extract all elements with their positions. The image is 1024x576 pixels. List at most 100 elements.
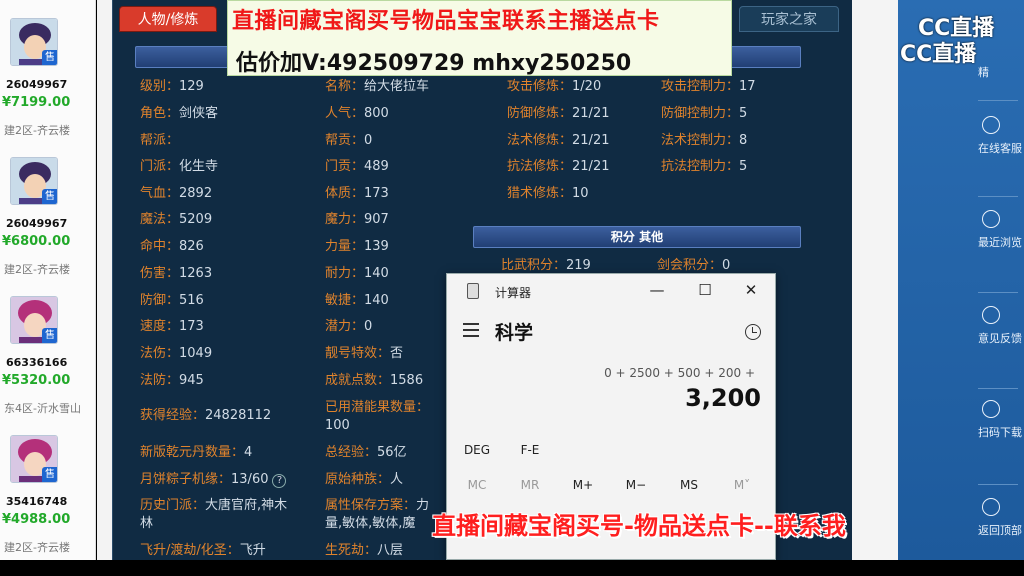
online-service-button[interactable]: 在线客服 [978,116,1024,156]
help-icon[interactable]: ? [272,474,287,488]
field-yuebing: 月饼粽子机缘：13/60? [140,472,287,488]
listing-id: 26049967 [6,217,68,230]
field-fangyu-kongzhi: 防御控制力：5 [661,106,748,121]
field-gang: 帮派： [140,133,180,148]
minimize-button[interactable]: — [645,280,669,300]
field-kangfa-xiulian: 抗法修炼：21/21 [507,159,610,174]
listing-id: 35416748 [6,495,68,508]
field-exp: 获得经验：24828112 [140,408,272,423]
clock-icon [982,210,1000,228]
arrow-up-icon [982,498,1000,516]
fe-button[interactable]: F-E [508,443,552,457]
field-shanghai: 伤害：1263 [140,266,213,281]
close-button[interactable]: ✕ [739,280,763,300]
banner-headline: 直播间藏宝阁买号物品宝宝联系主播送点卡 [232,9,660,34]
character-avatar[interactable]: 售 [10,435,58,483]
section-header-score: 积分 其他 [473,226,801,248]
feedback-button[interactable]: 意见反馈 [978,306,1024,346]
calculator-icon [467,283,479,299]
character-avatar[interactable]: 售 [10,157,58,205]
recent-browse-button[interactable]: 最近浏览 [978,210,1024,250]
character-avatar[interactable]: 售 [10,296,58,344]
field-shuxing: 属性保存方案：力 [325,498,430,513]
field-kangfa-kongzhi: 抗法控制力：5 [661,159,748,174]
listing-price: ¥6800.00 [2,234,71,249]
tab-character-training[interactable]: 人物/修炼 [119,6,217,32]
back-to-top-button[interactable]: 返回顶部 [978,498,1024,538]
field-shuxing-cont: 量,敏体,敏体,魔 [325,516,416,531]
calculator-title: 计算器 [495,286,532,300]
listing-server: 建2区-齐云楼 [4,124,70,137]
memory-dropdown-button[interactable]: M˅ [720,478,764,492]
field-tizhi: 体质：173 [325,186,389,201]
sale-badge: 售 [42,189,57,204]
field-gongji-kongzhi: 攻击控制力：17 [661,79,756,94]
listing-item[interactable]: 售 35416748 ¥4988.00 建2区-齐云楼 [0,417,95,556]
listing-item[interactable]: 售 66336166 ¥5320.00 东4区-沂水雪山 [0,278,95,417]
m-plus-button[interactable]: M+ [561,478,605,492]
rp-divider [978,484,1018,485]
rp-divider [978,100,1018,101]
bottom-black-bar [0,560,1024,576]
listing-sidebar: 售 26049967 ¥7199.00 建2区-齐云楼 售 26049967 ¥… [0,0,96,560]
field-qianli: 潜力：0 [325,319,373,334]
field-role: 角色：剑侠客 [140,106,219,121]
history-icon[interactable] [745,324,761,340]
mr-button[interactable]: MR [508,478,552,492]
cc-live-logo: CC直播 CC直播 [900,16,995,67]
calculator-mode: 科学 [495,322,534,344]
mc-button[interactable]: MC [455,478,499,492]
banner-contact: 估价加V:492509729 mhxy250250 [236,51,632,76]
field-qixue: 气血：2892 [140,186,213,201]
sale-badge: 售 [42,467,57,482]
listing-item[interactable]: 售 26049967 ¥7199.00 建2区-齐云楼 [0,0,95,139]
field-qiannengguo: 已用潜能果数量： [325,400,430,415]
listing-server: 建2区-齐云楼 [4,263,70,276]
field-qiannengguo-value: 100 [325,418,350,433]
field-fashu-kongzhi: 法术控制力：8 [661,133,748,148]
listing-item[interactable]: 售 26049967 ¥6800.00 建2区-齐云楼 [0,139,95,278]
tab-player-home[interactable]: 玩家之家 [739,6,839,32]
field-school: 门派：化生寺 [140,159,219,174]
field-name: 名称：给大佬拉车 [325,79,430,94]
scroll-gutter [97,0,112,560]
m-minus-button[interactable]: M− [614,478,658,492]
field-sudu: 速度：173 [140,319,204,334]
field-level: 级别：129 [140,79,204,94]
scan-download-button[interactable]: 扫码下载 [978,400,1024,440]
field-zongjingyan: 总经验：56亿 [325,445,407,460]
right-tool-panel: 精 在线客服 最近浏览 意见反馈 扫码下载 返回顶部 [898,0,1024,560]
field-fangyu-xiulian: 防御修炼：21/21 [507,106,610,121]
edit-icon [982,306,1000,324]
field-biwu: 比武积分：219 [501,258,591,273]
field-history-school: 历史门派：大唐官府,神木 [140,498,288,513]
field-fashu-xiulian: 法术修炼：21/21 [507,133,610,148]
field-gongji-xiulian: 攻击修炼：1/20 [507,79,602,94]
listing-price: ¥4988.00 [2,512,71,527]
listing-server: 东4区-沂水雪山 [4,402,81,415]
listing-server: 建2区-齐云楼 [4,541,70,554]
field-jianhui: 剑会积分：0 [657,258,731,273]
calculator-result: 3,200 [685,384,761,412]
field-shengsijie: 生死劫：八层 [325,543,404,558]
rp-divider [978,292,1018,293]
field-liangtexiao: 靓号特效：否 [325,346,404,361]
field-mofa: 魔法：5209 [140,212,213,227]
field-banggong: 帮贡：0 [325,133,373,148]
headset-icon [982,116,1000,134]
sale-badge: 售 [42,328,57,343]
field-minjie: 敏捷：140 [325,293,389,308]
character-avatar[interactable]: 售 [10,18,58,66]
field-naili: 耐力：140 [325,266,389,281]
ms-button[interactable]: MS [667,478,711,492]
listing-id: 66336166 [6,356,68,369]
field-history-school-cont: 林 [140,516,154,531]
qr-scan-icon [982,400,1000,418]
maximize-button[interactable]: ☐ [693,280,717,300]
field-qianyuan: 新版乾元丹数量：4 [140,445,253,460]
field-feisheng: 飞升/渡劫/化圣：飞升 [140,543,266,558]
stream-banner: 直播间藏宝阁买号物品宝宝联系主播送点卡 估价加V:492509729 mhxy2… [227,0,732,76]
field-menggong: 门贡：489 [325,159,389,174]
deg-button[interactable]: DEG [455,443,499,457]
menu-icon[interactable] [463,323,479,337]
